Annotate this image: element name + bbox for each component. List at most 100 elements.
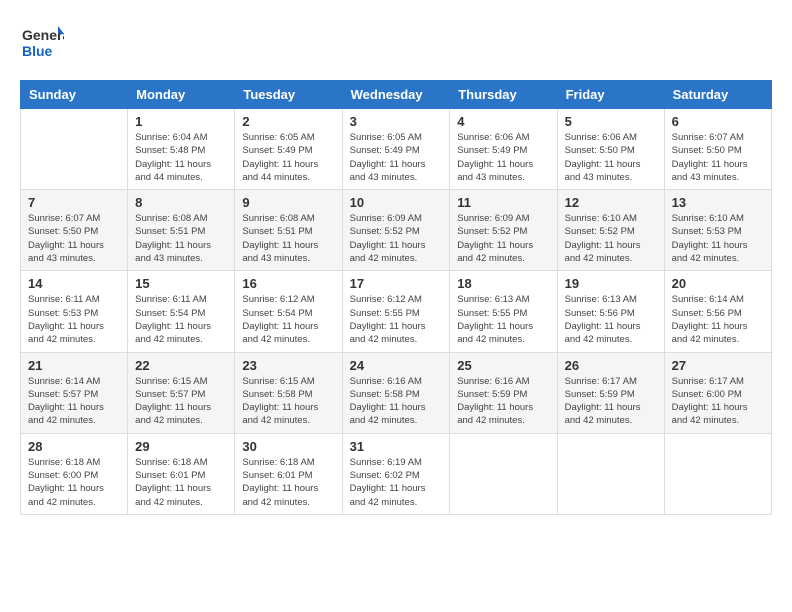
calendar-cell: 25Sunrise: 6:16 AMSunset: 5:59 PMDayligh… xyxy=(450,352,557,433)
day-info: Sunrise: 6:17 AMSunset: 5:59 PMDaylight:… xyxy=(565,375,657,428)
page-header: General Blue xyxy=(20,20,772,64)
day-number: 20 xyxy=(672,276,764,291)
day-number: 12 xyxy=(565,195,657,210)
calendar-cell: 16Sunrise: 6:12 AMSunset: 5:54 PMDayligh… xyxy=(235,271,342,352)
calendar-cell: 22 Sunrise: 6:15 AMSunset: 5:57 PMDayligh… xyxy=(128,352,235,433)
col-header-saturday: Saturday xyxy=(664,81,771,109)
calendar-cell: 26 Sunrise: 6:17 AMSunset: 5:59 PMDayligh… xyxy=(557,352,664,433)
day-info: Sunrise: 6:06 AMSunset: 5:50 PMDaylight:… xyxy=(565,131,657,184)
day-number: 19 xyxy=(565,276,657,291)
day-info: Sunrise: 6:16 AMSunset: 5:58 PMDaylight:… xyxy=(350,375,443,428)
day-info: Sunrise: 6:14 AMSunset: 5:57 PMDaylight:… xyxy=(28,375,120,428)
calendar-header-row: SundayMondayTuesdayWednesdayThursdayFrid… xyxy=(21,81,772,109)
day-info: Sunrise: 6:14 AMSunset: 5:56 PMDaylight:… xyxy=(672,293,764,346)
day-info: Sunrise: 6:15 AMSunset: 5:57 PMDaylight:… xyxy=(135,375,227,428)
day-info: Sunrise: 6:07 AMSunset: 5:50 PMDaylight:… xyxy=(28,212,120,265)
day-number: 6 xyxy=(672,114,764,129)
day-info: Sunrise: 6:09 AMSunset: 5:52 PMDaylight:… xyxy=(457,212,549,265)
svg-text:General: General xyxy=(22,27,64,43)
calendar-cell: 24 Sunrise: 6:16 AMSunset: 5:58 PMDayligh… xyxy=(342,352,450,433)
calendar-cell: 15 Sunrise: 6:11 AMSunset: 5:54 PMDayligh… xyxy=(128,271,235,352)
day-info: Sunrise: 6:19 AMSunset: 6:02 PMDaylight:… xyxy=(350,456,443,509)
day-number: 14 xyxy=(28,276,120,291)
day-info: Sunrise: 6:11 AMSunset: 5:53 PMDaylight:… xyxy=(28,293,120,346)
day-info: Sunrise: 6:13 AMSunset: 5:56 PMDaylight:… xyxy=(565,293,657,346)
calendar-cell: 21 Sunrise: 6:14 AMSunset: 5:57 PMDayligh… xyxy=(21,352,128,433)
day-number: 24 xyxy=(350,358,443,373)
day-number: 26 xyxy=(565,358,657,373)
day-number: 17 xyxy=(350,276,443,291)
calendar-cell: 18 Sunrise: 6:13 AMSunset: 5:55 PMDayligh… xyxy=(450,271,557,352)
calendar-cell: 28Sunrise: 6:18 AMSunset: 6:00 PMDayligh… xyxy=(21,433,128,514)
day-number: 10 xyxy=(350,195,443,210)
calendar-cell: 14 Sunrise: 6:11 AMSunset: 5:53 PMDayligh… xyxy=(21,271,128,352)
day-info: Sunrise: 6:13 AMSunset: 5:55 PMDaylight:… xyxy=(457,293,549,346)
day-info: Sunrise: 6:05 AMSunset: 5:49 PMDaylight:… xyxy=(242,131,334,184)
calendar-cell: 5Sunrise: 6:06 AMSunset: 5:50 PMDaylight… xyxy=(557,109,664,190)
calendar-week-row: 28Sunrise: 6:18 AMSunset: 6:00 PMDayligh… xyxy=(21,433,772,514)
day-number: 30 xyxy=(242,439,334,454)
calendar-cell: 30 Sunrise: 6:18 AMSunset: 6:01 PMDayligh… xyxy=(235,433,342,514)
col-header-thursday: Thursday xyxy=(450,81,557,109)
day-info: Sunrise: 6:09 AMSunset: 5:52 PMDaylight:… xyxy=(350,212,443,265)
calendar-cell: 2Sunrise: 6:05 AMSunset: 5:49 PMDaylight… xyxy=(235,109,342,190)
calendar-cell xyxy=(664,433,771,514)
day-info: Sunrise: 6:04 AMSunset: 5:48 PMDaylight:… xyxy=(135,131,227,184)
day-info: Sunrise: 6:17 AMSunset: 6:00 PMDaylight:… xyxy=(672,375,764,428)
calendar-cell: 19 Sunrise: 6:13 AMSunset: 5:56 PMDayligh… xyxy=(557,271,664,352)
calendar-week-row: 21 Sunrise: 6:14 AMSunset: 5:57 PMDayligh… xyxy=(21,352,772,433)
calendar-cell: 1 Sunrise: 6:04 AMSunset: 5:48 PMDaylight… xyxy=(128,109,235,190)
calendar-cell: 29 Sunrise: 6:18 AMSunset: 6:01 PMDayligh… xyxy=(128,433,235,514)
calendar-cell: 12Sunrise: 6:10 AMSunset: 5:52 PMDayligh… xyxy=(557,190,664,271)
svg-text:Blue: Blue xyxy=(22,43,53,59)
day-number: 18 xyxy=(457,276,549,291)
day-info: Sunrise: 6:18 AMSunset: 6:00 PMDaylight:… xyxy=(28,456,120,509)
day-info: Sunrise: 6:08 AMSunset: 5:51 PMDaylight:… xyxy=(135,212,227,265)
calendar-week-row: 7 Sunrise: 6:07 AMSunset: 5:50 PMDaylight… xyxy=(21,190,772,271)
day-number: 7 xyxy=(28,195,120,210)
calendar-cell: 23Sunrise: 6:15 AMSunset: 5:58 PMDayligh… xyxy=(235,352,342,433)
day-number: 29 xyxy=(135,439,227,454)
day-info: Sunrise: 6:16 AMSunset: 5:59 PMDaylight:… xyxy=(457,375,549,428)
calendar-cell: 6Sunrise: 6:07 AMSunset: 5:50 PMDaylight… xyxy=(664,109,771,190)
calendar-week-row: 1 Sunrise: 6:04 AMSunset: 5:48 PMDaylight… xyxy=(21,109,772,190)
calendar-cell xyxy=(557,433,664,514)
col-header-monday: Monday xyxy=(128,81,235,109)
calendar-cell: 4 Sunrise: 6:06 AMSunset: 5:49 PMDaylight… xyxy=(450,109,557,190)
day-info: Sunrise: 6:05 AMSunset: 5:49 PMDaylight:… xyxy=(350,131,443,184)
col-header-sunday: Sunday xyxy=(21,81,128,109)
calendar-cell: 7 Sunrise: 6:07 AMSunset: 5:50 PMDaylight… xyxy=(21,190,128,271)
day-number: 13 xyxy=(672,195,764,210)
day-number: 1 xyxy=(135,114,227,129)
calendar-cell: 8 Sunrise: 6:08 AMSunset: 5:51 PMDaylight… xyxy=(128,190,235,271)
calendar-cell xyxy=(450,433,557,514)
col-header-tuesday: Tuesday xyxy=(235,81,342,109)
day-number: 15 xyxy=(135,276,227,291)
calendar-cell: 13Sunrise: 6:10 AMSunset: 5:53 PMDayligh… xyxy=(664,190,771,271)
day-number: 21 xyxy=(28,358,120,373)
calendar-table: SundayMondayTuesdayWednesdayThursdayFrid… xyxy=(20,80,772,515)
day-number: 16 xyxy=(242,276,334,291)
day-info: Sunrise: 6:18 AMSunset: 6:01 PMDaylight:… xyxy=(135,456,227,509)
day-number: 31 xyxy=(350,439,443,454)
day-number: 9 xyxy=(242,195,334,210)
day-info: Sunrise: 6:06 AMSunset: 5:49 PMDaylight:… xyxy=(457,131,549,184)
day-number: 3 xyxy=(350,114,443,129)
col-header-friday: Friday xyxy=(557,81,664,109)
day-number: 4 xyxy=(457,114,549,129)
day-number: 27 xyxy=(672,358,764,373)
logo-container: General Blue xyxy=(20,20,64,64)
col-header-wednesday: Wednesday xyxy=(342,81,450,109)
calendar-cell: 3 Sunrise: 6:05 AMSunset: 5:49 PMDaylight… xyxy=(342,109,450,190)
calendar-cell: 27 Sunrise: 6:17 AMSunset: 6:00 PMDayligh… xyxy=(664,352,771,433)
calendar-cell: 10 Sunrise: 6:09 AMSunset: 5:52 PMDayligh… xyxy=(342,190,450,271)
day-number: 23 xyxy=(242,358,334,373)
calendar-cell xyxy=(21,109,128,190)
day-number: 22 xyxy=(135,358,227,373)
logo: General Blue xyxy=(20,20,64,64)
day-info: Sunrise: 6:18 AMSunset: 6:01 PMDaylight:… xyxy=(242,456,334,509)
day-number: 8 xyxy=(135,195,227,210)
calendar-cell: 11Sunrise: 6:09 AMSunset: 5:52 PMDayligh… xyxy=(450,190,557,271)
day-info: Sunrise: 6:12 AMSunset: 5:55 PMDaylight:… xyxy=(350,293,443,346)
day-info: Sunrise: 6:11 AMSunset: 5:54 PMDaylight:… xyxy=(135,293,227,346)
